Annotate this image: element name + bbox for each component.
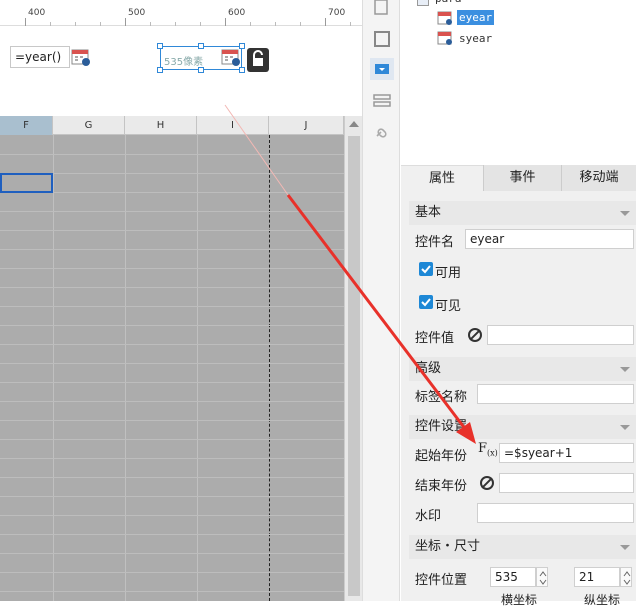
form-icon bbox=[417, 0, 429, 6]
list-icon[interactable] bbox=[371, 90, 393, 112]
x-spinner[interactable] bbox=[536, 567, 548, 587]
ruler-label-600: 600 bbox=[228, 8, 246, 18]
date-widget-icon bbox=[437, 30, 453, 46]
column-header-j[interactable]: J bbox=[269, 116, 344, 135]
link-icon[interactable] bbox=[371, 122, 393, 144]
unlock-icon[interactable] bbox=[247, 48, 269, 72]
formula-icon[interactable]: F(x) bbox=[478, 441, 498, 458]
y-spinner[interactable] bbox=[620, 567, 632, 587]
x-caption: 横坐标 bbox=[501, 593, 538, 607]
y-coordinate-input[interactable]: 21 bbox=[574, 567, 620, 587]
date-widget-icon bbox=[437, 10, 453, 26]
visible-label: 可见 bbox=[435, 299, 462, 314]
scroll-up-icon[interactable] bbox=[349, 121, 359, 127]
section-advanced-title: 高级 bbox=[415, 361, 442, 376]
section-advanced[interactable]: 高级 bbox=[409, 357, 636, 381]
tree-root-label[interactable]: para bbox=[435, 0, 462, 5]
resize-handle-se[interactable] bbox=[239, 67, 245, 73]
frame-icon[interactable] bbox=[371, 28, 393, 50]
tab-mobile[interactable]: 移动端 bbox=[561, 165, 636, 191]
syear-date-field[interactable]: =year() bbox=[10, 46, 70, 68]
tab-properties[interactable]: 属性 bbox=[401, 165, 483, 191]
widget-name-input[interactable]: eyear bbox=[465, 229, 634, 249]
column-header-g[interactable]: G bbox=[53, 116, 125, 135]
vertical-scrollbar[interactable] bbox=[344, 116, 362, 601]
tool-strip bbox=[362, 0, 400, 601]
start-year-label: 起始年份 bbox=[415, 449, 468, 464]
section-position-size-title: 坐标・尺寸 bbox=[415, 539, 481, 554]
selected-cell[interactable] bbox=[0, 173, 53, 193]
no-formula-icon[interactable] bbox=[468, 328, 482, 342]
end-year-input[interactable] bbox=[499, 473, 634, 493]
horizontal-ruler: 400 500 600 700 bbox=[0, 0, 362, 26]
scrollbar-thumb[interactable] bbox=[348, 136, 360, 596]
position-label: 控件位置 bbox=[415, 573, 468, 588]
section-position-size[interactable]: 坐标・尺寸 bbox=[409, 535, 636, 559]
enabled-checkbox[interactable] bbox=[419, 262, 433, 276]
tree-item-syear[interactable]: syear bbox=[459, 32, 492, 45]
ruler-label-400: 400 bbox=[28, 8, 46, 18]
start-year-input[interactable]: =$syear+1 bbox=[499, 443, 634, 463]
right-panel: para eyear syear 属性 事件 移动端 基本 控件名 eyear … bbox=[401, 0, 636, 607]
panel-tabs: 属性 事件 移动端 bbox=[401, 165, 636, 191]
collapse-arrow-icon[interactable] bbox=[620, 425, 630, 430]
watermark-input[interactable] bbox=[477, 503, 634, 523]
tag-name-input[interactable] bbox=[477, 384, 634, 404]
tag-name-label: 标签名称 bbox=[415, 390, 468, 405]
widget-tree: para eyear syear bbox=[401, 0, 636, 160]
section-widget-settings[interactable]: 控件设置 bbox=[409, 415, 636, 439]
properties-panel: 属性 事件 移动端 基本 控件名 eyear 可用 可见 控件值 高级 标签名称… bbox=[401, 165, 636, 607]
widget-panel-icon[interactable] bbox=[370, 58, 394, 80]
syear-field-value: =year() bbox=[15, 50, 62, 64]
tree-item-eyear[interactable]: eyear bbox=[457, 10, 495, 25]
calendar-icon[interactable] bbox=[71, 48, 91, 66]
x-coordinate-input[interactable]: 535 bbox=[490, 567, 536, 587]
design-canvas[interactable]: 400 500 600 700 =year() 535像素 F G H I J bbox=[0, 0, 362, 601]
ruler-label-500: 500 bbox=[128, 8, 146, 18]
no-formula-icon[interactable] bbox=[480, 476, 494, 490]
y-caption: 纵坐标 bbox=[584, 593, 621, 607]
enabled-label: 可用 bbox=[435, 266, 462, 281]
collapse-arrow-icon[interactable] bbox=[620, 545, 630, 550]
resize-handle-ne[interactable] bbox=[239, 43, 245, 49]
watermark-label: 水印 bbox=[415, 509, 442, 524]
section-basic[interactable]: 基本 bbox=[409, 201, 636, 225]
column-header-i[interactable]: I bbox=[197, 116, 269, 135]
end-year-label: 结束年份 bbox=[415, 479, 468, 494]
collapse-arrow-icon[interactable] bbox=[620, 211, 630, 216]
form-design-area[interactable]: =year() 535像素 bbox=[0, 26, 362, 116]
widget-value-label: 控件值 bbox=[415, 331, 455, 346]
resize-handle-nw[interactable] bbox=[157, 43, 163, 49]
ruler-label-700: 700 bbox=[328, 8, 346, 18]
visible-checkbox[interactable] bbox=[419, 295, 433, 309]
section-basic-title: 基本 bbox=[415, 205, 442, 220]
section-widget-settings-title: 控件设置 bbox=[415, 419, 468, 434]
column-header-row: F G H I J bbox=[0, 116, 362, 135]
template-icon[interactable] bbox=[371, 0, 393, 22]
resize-handle-sw[interactable] bbox=[157, 67, 163, 73]
collapse-arrow-icon[interactable] bbox=[620, 367, 630, 372]
column-header-h[interactable]: H bbox=[125, 116, 197, 135]
spreadsheet-grid[interactable] bbox=[0, 135, 344, 601]
widget-name-label: 控件名 bbox=[415, 235, 455, 250]
tab-events[interactable]: 事件 bbox=[483, 165, 561, 191]
column-header-f[interactable]: F bbox=[0, 116, 53, 135]
widget-value-input[interactable] bbox=[487, 325, 634, 345]
resize-handle-n[interactable] bbox=[198, 43, 204, 49]
calendar-icon[interactable] bbox=[221, 48, 241, 66]
resize-handle-s[interactable] bbox=[198, 67, 204, 73]
